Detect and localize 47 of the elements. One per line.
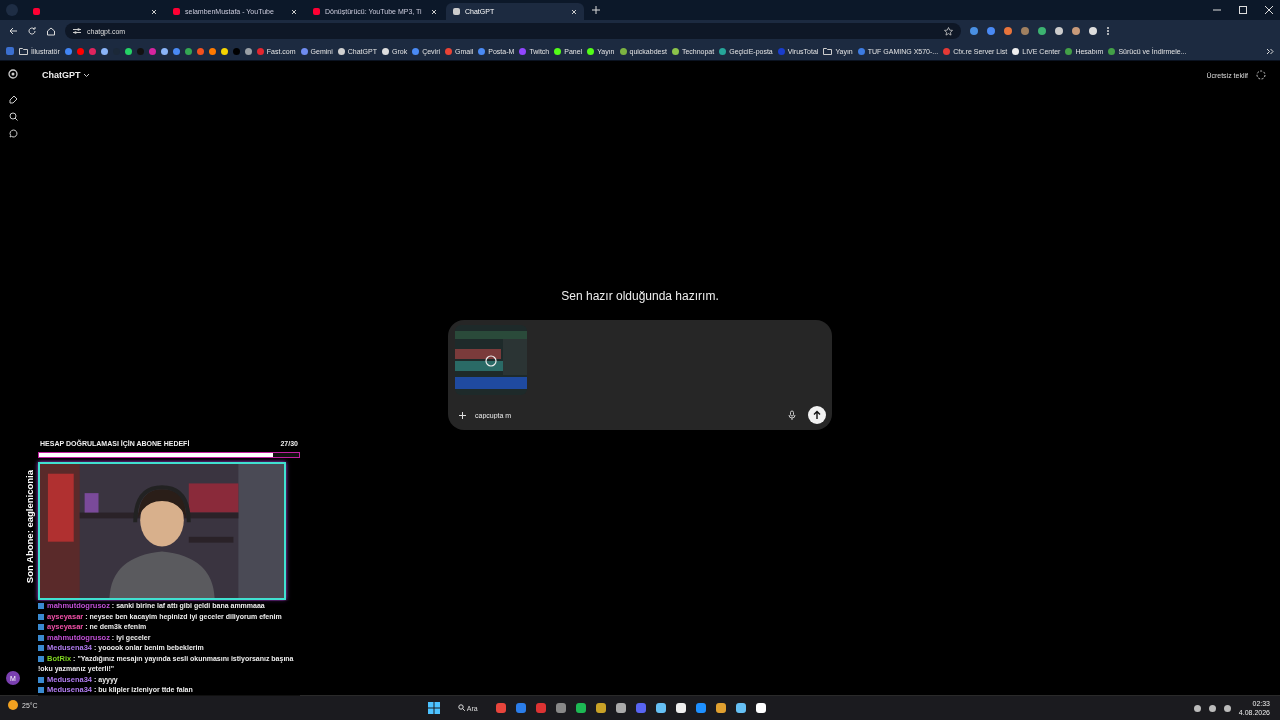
taskbar-app-icon[interactable] — [735, 703, 746, 713]
menu-icon[interactable] — [1106, 26, 1110, 36]
close-tab-icon[interactable] — [291, 8, 297, 15]
model-selector[interactable]: ChatGPT — [42, 70, 90, 80]
star-icon[interactable] — [944, 26, 953, 36]
weather-icon[interactable] — [8, 700, 18, 710]
extension-icon[interactable] — [987, 27, 995, 35]
extension-icon[interactable] — [1055, 27, 1063, 35]
close-tab-icon[interactable] — [431, 8, 437, 15]
more-bookmarks-icon[interactable] — [1266, 47, 1274, 55]
folder-icon — [823, 47, 833, 55]
microphone-icon[interactable] — [788, 410, 796, 420]
extension-icon[interactable] — [1072, 27, 1080, 35]
extension-icon[interactable] — [1089, 27, 1097, 35]
taskbar-app-icon[interactable] — [615, 703, 626, 713]
home-icon[interactable] — [46, 26, 56, 36]
temporary-chat-icon[interactable] — [1256, 70, 1266, 80]
logo-icon[interactable] — [8, 69, 18, 79]
last-subscriber: Son Abone: eagleniconia — [24, 470, 35, 584]
folder-icon — [19, 47, 28, 55]
extension-icon[interactable] — [1004, 27, 1012, 35]
extension-icon[interactable] — [1038, 27, 1046, 35]
close-tab-icon[interactable] — [151, 8, 157, 15]
add-icon[interactable] — [458, 410, 467, 420]
windows-start-icon[interactable] — [428, 702, 441, 714]
site-settings-icon[interactable] — [73, 27, 81, 35]
loading-icon — [485, 355, 497, 367]
send-button[interactable] — [808, 406, 826, 424]
new-chat-icon[interactable] — [8, 95, 18, 104]
taskbar-app-icon[interactable] — [575, 703, 586, 713]
taskbar-app-icon[interactable] — [715, 703, 726, 713]
taskbar-app-icon[interactable] — [675, 703, 686, 713]
search-icon[interactable] — [8, 112, 18, 121]
back-icon[interactable] — [8, 26, 18, 36]
taskbar-app-icon[interactable] — [655, 703, 666, 713]
close-icon[interactable] — [1264, 5, 1274, 15]
taskbar-app-icon[interactable] — [595, 703, 606, 713]
chat-icon[interactable] — [8, 129, 18, 138]
extension-icon[interactable] — [970, 27, 978, 35]
greeting-heading: Sen hazır olduğunda hazırım. — [561, 289, 719, 303]
reload-icon[interactable] — [27, 26, 37, 36]
close-tab-icon[interactable] — [571, 8, 577, 15]
caret-icon — [83, 73, 90, 78]
taskbar-app-icon[interactable] — [755, 703, 766, 713]
new-tab-icon[interactable] — [592, 6, 600, 14]
search-icon — [458, 704, 466, 711]
restore-icon[interactable] — [1238, 5, 1248, 15]
